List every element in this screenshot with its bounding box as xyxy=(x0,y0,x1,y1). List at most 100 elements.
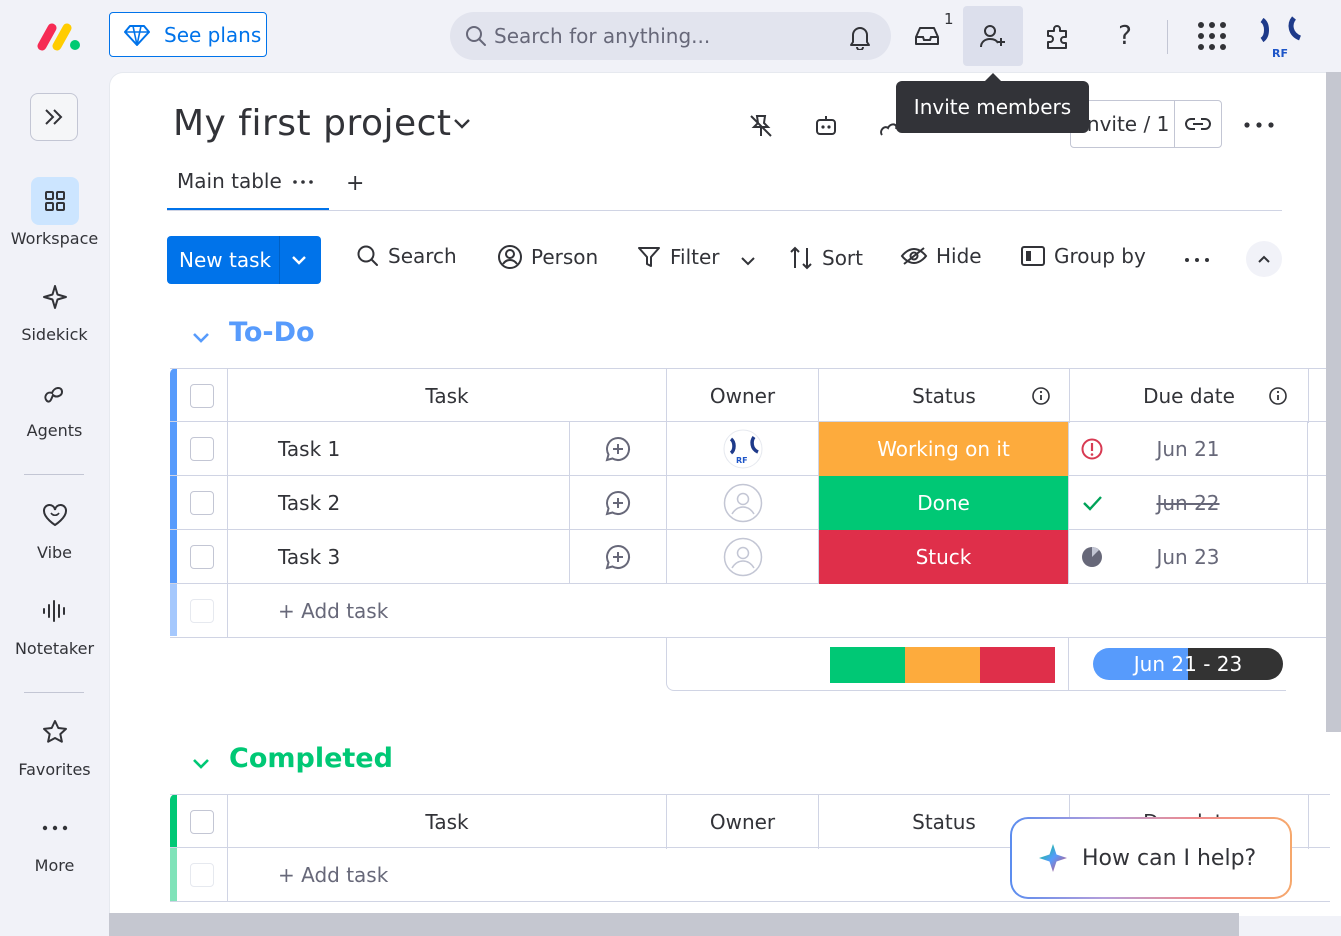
monday-logo[interactable] xyxy=(36,20,82,52)
sidebar-item-more[interactable]: More xyxy=(0,804,109,875)
due-date-cell[interactable]: Jun 21 xyxy=(1069,422,1308,476)
sidebar-item-label: Favorites xyxy=(18,760,91,779)
task-name-cell[interactable]: Task 1 xyxy=(228,422,570,476)
add-view-button[interactable]: + xyxy=(346,171,364,196)
status-cell[interactable]: Done xyxy=(819,476,1069,530)
column-header-task[interactable]: Task xyxy=(228,795,667,849)
apps-menu-button[interactable] xyxy=(1190,14,1234,58)
clock-pie-icon xyxy=(1082,547,1102,567)
column-header-owner[interactable]: Owner xyxy=(667,795,819,849)
sidebar-item-agents[interactable]: Agents xyxy=(0,369,109,440)
group-title-completed[interactable]: Completed xyxy=(229,743,393,774)
user-avatar[interactable]: RF xyxy=(1254,12,1306,64)
add-user-icon xyxy=(980,25,1005,48)
left-sidebar: Workspace Sidekick Agents Vibe Notetaker… xyxy=(0,72,109,936)
status-cell[interactable]: Working on it xyxy=(819,422,1069,476)
column-header-task[interactable]: Task xyxy=(228,369,667,423)
see-plans-button[interactable]: See plans xyxy=(109,12,267,57)
ai-assistant-button[interactable]: How can I help? xyxy=(1010,817,1292,899)
sidebar-item-favorites[interactable]: Favorites xyxy=(0,708,109,779)
table-row[interactable]: Task 1 RF Working on it Jun 21 xyxy=(170,422,1330,476)
sidebar-item-sidekick[interactable]: Sidekick xyxy=(0,273,109,344)
board-title[interactable]: My first project xyxy=(173,103,452,144)
column-divider xyxy=(1308,795,1309,849)
owner-cell[interactable] xyxy=(667,476,819,530)
global-search-input[interactable]: Search for anything... xyxy=(450,12,891,60)
inbox-count-badge: 1 xyxy=(944,10,954,28)
chevron-down-icon[interactable] xyxy=(740,255,756,267)
select-all-checkbox[interactable] xyxy=(190,810,214,834)
more-dots-icon[interactable] xyxy=(1185,258,1209,262)
toolbar-hide-label: Hide xyxy=(936,244,982,268)
due-date-cell[interactable]: Jun 22 xyxy=(1069,476,1308,530)
more-dots-icon[interactable] xyxy=(1244,122,1274,128)
integrations-button[interactable] xyxy=(1036,14,1080,58)
row-checkbox[interactable] xyxy=(190,437,214,461)
unpin-icon[interactable] xyxy=(748,113,774,139)
invite-members-button[interactable] xyxy=(963,6,1023,66)
inbox-button[interactable] xyxy=(905,14,949,58)
sidebar-item-vibe[interactable]: Vibe xyxy=(0,491,109,562)
vertical-scrollbar[interactable] xyxy=(1326,72,1341,732)
overdue-alert-icon xyxy=(1081,438,1103,460)
tab-options-icon[interactable] xyxy=(293,180,313,184)
owner-cell[interactable] xyxy=(667,530,819,584)
chevron-down-icon[interactable] xyxy=(452,117,472,131)
sidebar-item-notetaker[interactable]: Notetaker xyxy=(0,587,109,658)
bell-icon[interactable] xyxy=(848,24,872,50)
sidebar-divider xyxy=(24,474,84,475)
sidebar-item-label: Vibe xyxy=(36,543,73,562)
task-name-cell[interactable]: Task 2 xyxy=(228,476,570,530)
toolbar-filter-button[interactable]: Filter xyxy=(636,244,720,270)
grid-icon xyxy=(44,191,65,211)
column-header-owner[interactable]: Owner xyxy=(667,369,819,423)
group-title-todo[interactable]: To-Do xyxy=(229,317,315,348)
updates-cell[interactable] xyxy=(570,530,667,584)
tab-main-table[interactable]: Main table xyxy=(177,169,282,193)
sidebar-divider xyxy=(24,692,84,693)
copy-link-button[interactable] xyxy=(1174,100,1222,148)
help-button[interactable]: ? xyxy=(1103,14,1147,58)
add-task-input[interactable]: + Add task xyxy=(228,584,1308,638)
sidebar-item-label: Agents xyxy=(26,421,83,440)
task-name-cell[interactable]: Task 3 xyxy=(228,530,570,584)
column-divider xyxy=(1308,369,1309,423)
invite-members-tooltip: Invite members xyxy=(896,73,1089,133)
table-row[interactable]: Task 2 Done Jun 22 xyxy=(170,476,1330,530)
timeline-summary[interactable]: Jun 21 - 23 xyxy=(1093,648,1283,680)
status-cell[interactable]: Stuck xyxy=(819,530,1069,584)
add-task-row[interactable]: + Add task xyxy=(170,584,1330,638)
toolbar-group-by-button[interactable]: Group by xyxy=(1020,244,1146,268)
row-checkbox[interactable] xyxy=(190,491,214,515)
updates-cell[interactable] xyxy=(570,422,667,476)
sidebar-item-workspace[interactable]: Workspace xyxy=(0,177,109,248)
new-task-button[interactable]: New task xyxy=(167,236,321,284)
horizontal-scrollbar[interactable] xyxy=(109,913,1239,936)
updates-cell[interactable] xyxy=(570,476,667,530)
expand-sidebar-button[interactable] xyxy=(30,93,78,141)
empty-person-icon xyxy=(723,537,762,577)
toolbar-hide-button[interactable]: Hide xyxy=(900,244,982,268)
collapse-toolbar-button[interactable] xyxy=(1246,241,1282,277)
row-checkbox[interactable] xyxy=(190,545,214,569)
info-icon[interactable] xyxy=(1031,386,1051,406)
toolbar-person-button[interactable]: Person xyxy=(497,244,598,270)
table-row[interactable]: Task 3 Stuck Jun 23 xyxy=(170,530,1330,584)
select-all-cell xyxy=(177,795,228,849)
add-row-select-cell xyxy=(177,584,228,638)
owner-cell[interactable]: RF xyxy=(667,422,819,476)
todo-table: Task Owner Status Due date Task 1 RF Wor… xyxy=(170,368,1341,638)
toolbar-sort-button[interactable]: Sort xyxy=(788,244,863,272)
info-icon[interactable] xyxy=(1268,386,1288,406)
collapse-group-chevron-icon[interactable] xyxy=(192,332,210,344)
select-all-checkbox[interactable] xyxy=(190,384,214,408)
plus-icon: + xyxy=(346,171,365,196)
due-date-cell[interactable]: Jun 23 xyxy=(1069,530,1308,584)
automation-robot-icon[interactable] xyxy=(813,113,839,139)
status-summary-bar[interactable] xyxy=(830,647,1055,683)
toolbar-search-button[interactable]: Search xyxy=(356,244,457,268)
eye-off-icon xyxy=(900,247,928,265)
collapse-group-chevron-icon[interactable] xyxy=(192,758,210,770)
waveform-icon xyxy=(42,600,65,622)
chevron-down-icon[interactable] xyxy=(291,254,307,266)
